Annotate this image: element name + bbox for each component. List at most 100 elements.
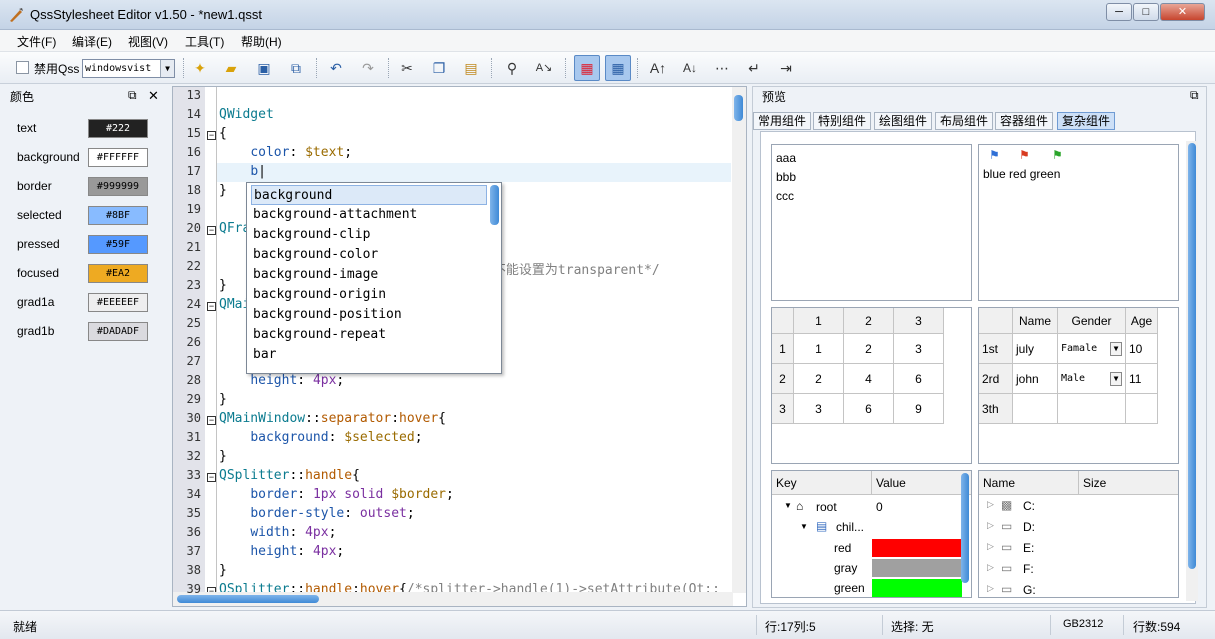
- table-cell[interactable]: 2: [794, 364, 844, 394]
- list-item[interactable]: ccc: [776, 187, 796, 206]
- list-item[interactable]: bbb: [776, 168, 796, 187]
- fold-toggle-icon[interactable]: −: [207, 302, 216, 311]
- tree-item-root[interactable]: root: [816, 500, 837, 514]
- list-item[interactable]: aaa: [776, 149, 796, 168]
- autocomplete-item[interactable]: background-attachment: [251, 205, 487, 225]
- preview-layout-icon[interactable]: ▦: [605, 55, 631, 81]
- replace-icon[interactable]: A↘: [534, 58, 554, 78]
- save-as-icon[interactable]: ⧉: [286, 58, 306, 78]
- scroll-thumb[interactable]: [177, 595, 319, 603]
- color-swatch[interactable]: #999999: [88, 177, 148, 196]
- tab-1[interactable]: 特别组件: [813, 112, 872, 130]
- font-increase-icon[interactable]: A↑: [648, 58, 668, 78]
- color-palette-icon[interactable]: ▦: [574, 55, 600, 81]
- menu-help[interactable]: 帮助(H): [241, 33, 282, 50]
- autocomplete-popup[interactable]: background background-attachment backgroun…: [246, 182, 502, 374]
- paste-icon[interactable]: ▤: [461, 58, 481, 78]
- fold-toggle-icon[interactable]: −: [207, 473, 216, 482]
- table-widget[interactable]: 123112322463369: [771, 307, 972, 464]
- expand-icon[interactable]: ▷: [987, 583, 994, 594]
- expand-icon[interactable]: ▷: [987, 562, 994, 573]
- autocomplete-item[interactable]: background-color: [251, 245, 487, 265]
- tree-item[interactable]: gray: [834, 561, 857, 575]
- indent-icon[interactable]: ⇥: [776, 58, 796, 78]
- drive-item[interactable]: G:: [1023, 583, 1036, 597]
- menu-file[interactable]: 文件(F): [17, 33, 56, 50]
- expand-icon[interactable]: ▷: [987, 541, 994, 552]
- tab-4[interactable]: 容器组件: [995, 112, 1054, 130]
- table-cell[interactable]: john: [1013, 364, 1058, 394]
- color-swatch[interactable]: #DADADF: [88, 322, 148, 341]
- close-button[interactable]: ✕: [1160, 3, 1205, 21]
- table-cell[interactable]: 11: [1126, 364, 1158, 394]
- font-decrease-icon[interactable]: A↓: [680, 58, 700, 78]
- table-cell[interactable]: 4: [844, 364, 894, 394]
- table-cell[interactable]: 2: [844, 334, 894, 364]
- drive-item[interactable]: C:: [1023, 499, 1035, 513]
- color-swatch[interactable]: #59F: [88, 235, 148, 254]
- more-icon[interactable]: ⋯: [712, 58, 732, 78]
- menu-edit[interactable]: 编译(E): [72, 33, 112, 50]
- disable-qss-checkbox[interactable]: [16, 61, 29, 74]
- menu-view[interactable]: 视图(V): [128, 33, 168, 50]
- new-file-icon[interactable]: ✦: [190, 58, 210, 78]
- close-icon[interactable]: ✕: [148, 88, 159, 104]
- table-cell[interactable]: [1013, 394, 1058, 424]
- color-swatch[interactable]: #EA2: [88, 264, 148, 283]
- float-icon[interactable]: ⧉: [1190, 88, 1199, 103]
- table-cell[interactable]: Male ▼: [1058, 364, 1126, 394]
- autocomplete-item[interactable]: background: [251, 185, 487, 205]
- fold-toggle-icon[interactable]: −: [207, 416, 216, 425]
- list-widget[interactable]: [771, 144, 972, 301]
- undo-icon[interactable]: ↶: [326, 58, 346, 78]
- find-icon[interactable]: ⚲: [502, 58, 522, 78]
- table-cell[interactable]: 1: [794, 334, 844, 364]
- expand-icon[interactable]: ▼: [784, 501, 792, 510]
- maximize-button[interactable]: □: [1133, 3, 1159, 21]
- editor-vertical-scrollbar[interactable]: [732, 87, 746, 593]
- scroll-thumb[interactable]: [734, 95, 743, 121]
- float-icon[interactable]: ⧉: [128, 88, 137, 103]
- chevron-down-icon[interactable]: ▼: [1110, 342, 1122, 356]
- tab-0[interactable]: 常用组件: [753, 112, 812, 130]
- menu-tools[interactable]: 工具(T): [185, 33, 224, 50]
- autocomplete-item[interactable]: background-clip: [251, 225, 487, 245]
- expand-icon[interactable]: ▷: [987, 499, 994, 510]
- fold-toggle-icon[interactable]: −: [207, 131, 216, 140]
- expand-icon[interactable]: ▷: [987, 520, 994, 531]
- color-swatch[interactable]: #EEEEEF: [88, 293, 148, 312]
- autocomplete-item[interactable]: background-repeat: [251, 325, 487, 345]
- table-cell[interactable]: 6: [894, 364, 944, 394]
- file-tree-widget[interactable]: Name Size ▷ ▩ C: ▷ ▭ D: ▷ ▭ E: ▷ ▭ F: ▷ ▭ G:: [978, 470, 1179, 598]
- preview-scrollbar[interactable]: [1186, 141, 1198, 601]
- cut-icon[interactable]: ✂: [397, 58, 417, 78]
- table-cell[interactable]: [1126, 394, 1158, 424]
- wrap-icon[interactable]: ↵: [744, 58, 764, 78]
- tree-item[interactable]: green: [834, 581, 865, 595]
- table-cell[interactable]: 6: [844, 394, 894, 424]
- table-cell[interactable]: [1058, 394, 1126, 424]
- tab-3[interactable]: 布局组件: [935, 112, 994, 130]
- table-cell[interactable]: Famale ▼: [1058, 334, 1126, 364]
- drive-item[interactable]: F:: [1023, 562, 1034, 576]
- save-icon[interactable]: ▣: [254, 58, 274, 78]
- tree-item[interactable]: red: [834, 541, 851, 555]
- minimize-button[interactable]: ─: [1106, 3, 1132, 21]
- drive-item[interactable]: E:: [1023, 541, 1034, 555]
- tab-2[interactable]: 绘图组件: [874, 112, 933, 130]
- fold-toggle-icon[interactable]: −: [207, 226, 216, 235]
- tree-item-child[interactable]: chil...: [836, 520, 864, 534]
- color-swatch[interactable]: #FFFFFF: [88, 148, 148, 167]
- scrollbar[interactable]: [961, 473, 969, 583]
- table-cell[interactable]: 3: [794, 394, 844, 424]
- expand-icon[interactable]: ▼: [800, 522, 808, 531]
- redo-icon[interactable]: ↷: [358, 58, 378, 78]
- color-swatch[interactable]: #222: [88, 119, 148, 138]
- popup-scrollbar[interactable]: [490, 185, 499, 371]
- color-swatch[interactable]: #8BF: [88, 206, 148, 225]
- scroll-thumb[interactable]: [490, 185, 499, 225]
- autocomplete-item[interactable]: background-image: [251, 265, 487, 285]
- autocomplete-item[interactable]: bar: [251, 345, 487, 365]
- autocomplete-item[interactable]: background-origin: [251, 285, 487, 305]
- style-select[interactable]: windowsvist ▼: [82, 59, 175, 78]
